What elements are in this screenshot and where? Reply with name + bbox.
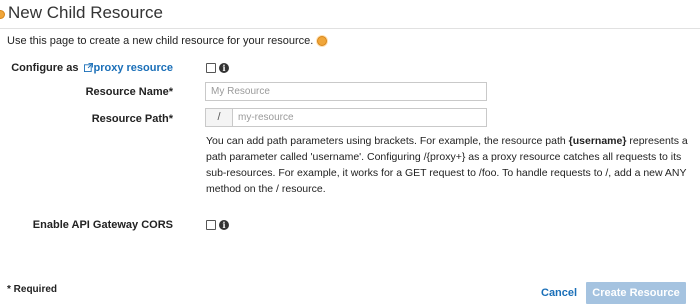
intro-text: Use this page to create a new child reso… (7, 35, 328, 47)
intro-label: Use this page to create a new child reso… (7, 35, 314, 47)
status-dot-icon (317, 36, 328, 46)
cancel-button[interactable]: Cancel (541, 287, 577, 299)
page-title: New Child Resource (8, 3, 163, 22)
proxy-resource-link[interactable]: proxy resource (94, 62, 173, 74)
proxy-label-prefix: Configure as (11, 62, 79, 74)
path-help-text: You can add path parameters using bracke… (206, 133, 692, 197)
resource-name-input[interactable] (205, 82, 487, 101)
resource-name-label: Resource Name* (85, 86, 173, 98)
status-dot-icon (0, 10, 5, 19)
page-header: New Child Resource (0, 0, 700, 29)
required-note: * Required (7, 284, 58, 295)
info-icon[interactable]: i (219, 63, 229, 73)
help-text-part: You can add path parameters using bracke… (206, 135, 569, 147)
info-icon[interactable]: i (219, 220, 229, 230)
create-resource-button[interactable]: Create Resource (586, 282, 686, 304)
resource-path-label: Resource Path* (91, 113, 173, 125)
external-link-icon (83, 63, 93, 72)
cors-checkbox[interactable] (206, 220, 216, 230)
help-param-example: {username} (568, 135, 627, 147)
resource-path-input[interactable] (232, 108, 487, 127)
proxy-label: Configure as proxy resource (11, 62, 173, 74)
cors-label: Enable API Gateway CORS (32, 219, 173, 231)
proxy-checkbox[interactable] (206, 63, 216, 73)
path-prefix: / (205, 108, 232, 127)
